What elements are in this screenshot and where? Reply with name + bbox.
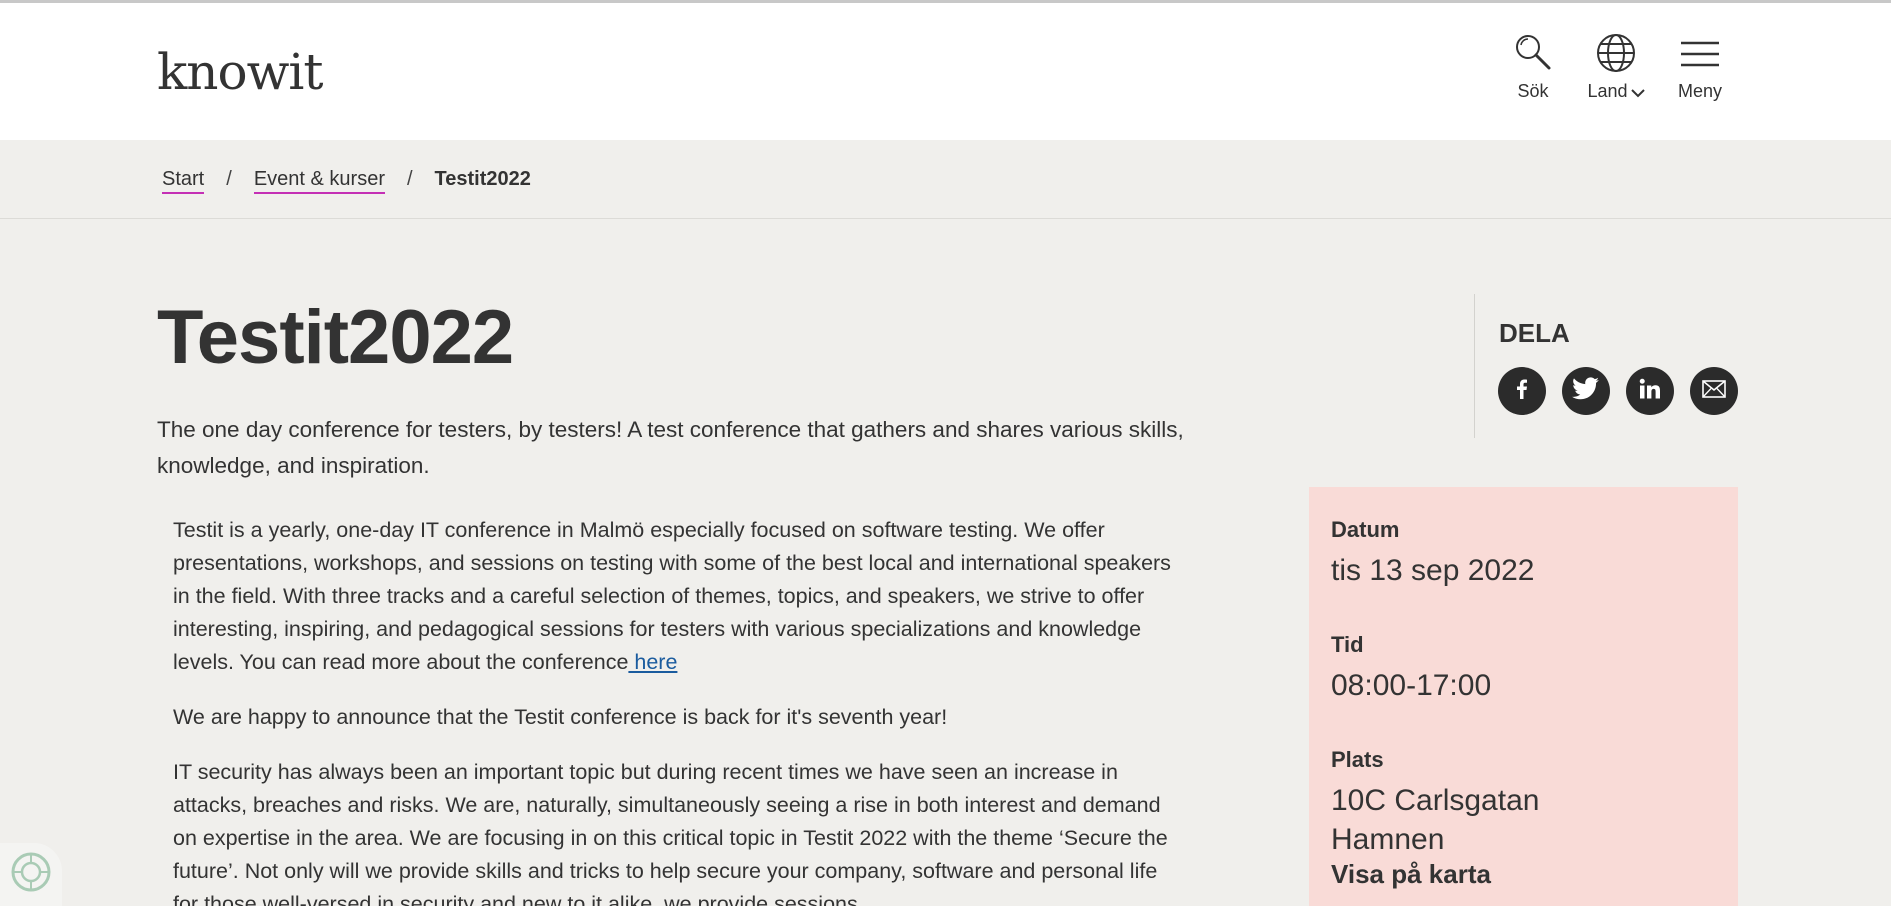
breadcrumb-bar: Start / Event & kurser / Testit2022	[0, 140, 1891, 219]
article-paragraph: We are happy to announce that the Testit…	[173, 705, 948, 729]
breadcrumb: Start / Event & kurser / Testit2022	[162, 168, 531, 194]
share-title: DELA	[1499, 318, 1570, 348]
search-label: Sök	[1517, 81, 1549, 101]
email-share-button[interactable]	[1690, 367, 1738, 415]
menu-label: Meny	[1677, 81, 1722, 101]
cookie-settings-button[interactable]	[0, 843, 62, 906]
date-block: Datum tis 13 sep 2022	[1331, 517, 1716, 590]
linkedin-icon	[1638, 377, 1662, 406]
breadcrumb-events-link[interactable]: Event & kurser	[253, 168, 385, 194]
article-body: Testit is a yearly, one-day IT conferenc…	[173, 514, 1183, 906]
share-icons	[1498, 367, 1738, 415]
land-label: Land	[1587, 81, 1628, 101]
hamburger-menu-icon	[1672, 33, 1728, 73]
place-block: Plats 10C Carlsgatan Hamnen Visa på kart…	[1331, 747, 1716, 890]
cookie-icon	[9, 850, 53, 899]
date-label: Datum	[1331, 517, 1400, 542]
time-block: Tid 08:00-17:00	[1331, 632, 1716, 705]
breadcrumb-separator: /	[226, 168, 232, 190]
knowit-logo[interactable]: knowit	[157, 43, 323, 101]
facebook-share-button[interactable]	[1498, 367, 1546, 415]
article-paragraph: Testit is a yearly, one-day IT conferenc…	[173, 514, 1183, 679]
search-icon	[1508, 33, 1558, 73]
menu-button[interactable]: Meny	[1672, 33, 1728, 102]
show-on-map-link[interactable]: Visa på karta	[1331, 859, 1716, 890]
linkedin-share-button[interactable]	[1626, 367, 1674, 415]
event-info-box: Datum tis 13 sep 2022 Tid 08:00-17:00 Pl…	[1309, 487, 1738, 906]
lead-paragraph: The one day conference for testers, by t…	[157, 417, 1184, 478]
chevron-down-icon	[1630, 82, 1645, 103]
email-icon	[1702, 379, 1726, 403]
date-value: tis 13 sep 2022	[1331, 554, 1535, 587]
twitter-share-button[interactable]	[1562, 367, 1610, 415]
breadcrumb-current: Testit2022	[434, 168, 531, 190]
share-divider	[1474, 294, 1475, 438]
time-value: 08:00-17:00	[1331, 669, 1492, 702]
facebook-icon	[1510, 377, 1534, 406]
globe-icon	[1580, 33, 1652, 73]
page-title: Testit2022	[157, 295, 514, 380]
place-line-1: 10C Carlsgatan	[1331, 784, 1540, 817]
article-paragraph: IT security has always been an important…	[173, 760, 1168, 906]
breadcrumb-start-link[interactable]: Start	[162, 168, 205, 194]
time-label: Tid	[1331, 632, 1364, 657]
search-button[interactable]: Sök	[1508, 33, 1558, 102]
place-label: Plats	[1331, 747, 1384, 772]
breadcrumb-separator: /	[406, 168, 413, 190]
read-more-here-link[interactable]: here	[628, 650, 677, 674]
site-header: knowit Sök Land Meny	[0, 3, 1891, 140]
country-selector-button[interactable]: Land	[1580, 33, 1652, 103]
place-line-2: Hamnen	[1331, 823, 1445, 856]
twitter-icon	[1572, 376, 1600, 406]
